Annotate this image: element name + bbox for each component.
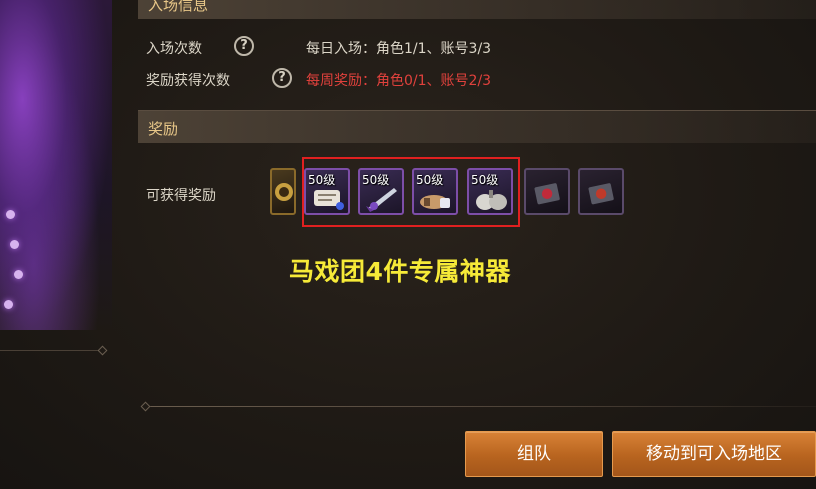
reward-item[interactable] (578, 168, 624, 215)
divider (0, 350, 102, 351)
artwork-light (6, 210, 15, 219)
box-icon (588, 183, 614, 205)
reward-item[interactable] (270, 168, 296, 215)
entry-count-value: 每日入场：角色1/1、账号3/3 (306, 41, 492, 57)
background-artwork (0, 0, 112, 330)
reward-count-label: 奖励获得次数 (146, 73, 230, 89)
entry-count-label: 入场次数 (146, 41, 202, 57)
divider-ornament (97, 345, 108, 356)
reward-count-value: 每周奖励：角色0/1、账号2/3 (306, 73, 492, 89)
reward-title: 奖励 (148, 120, 179, 138)
divider-ornament (140, 401, 151, 412)
box-icon (534, 183, 560, 205)
annotation-text: 马戏团4件专属神器 (289, 257, 511, 286)
divider (146, 406, 816, 407)
team-button[interactable]: 组队 (465, 431, 603, 477)
move-to-entry-area-button[interactable]: 移动到可入场地区 (612, 431, 816, 477)
reward-label: 可获得奖励 (146, 188, 216, 204)
highlight-box (302, 157, 520, 227)
reward-item[interactable] (524, 168, 570, 215)
artwork-light (4, 300, 13, 309)
entry-info-header: 入场信息 (138, 0, 816, 19)
help-icon[interactable]: ? (234, 36, 254, 56)
entry-info-title: 入场信息 (148, 0, 209, 14)
gear-item-icon (275, 183, 293, 201)
reward-header: 奖励 (138, 110, 816, 143)
artwork-light (10, 240, 19, 249)
artwork-light (14, 270, 23, 279)
help-icon[interactable]: ? (272, 68, 292, 88)
